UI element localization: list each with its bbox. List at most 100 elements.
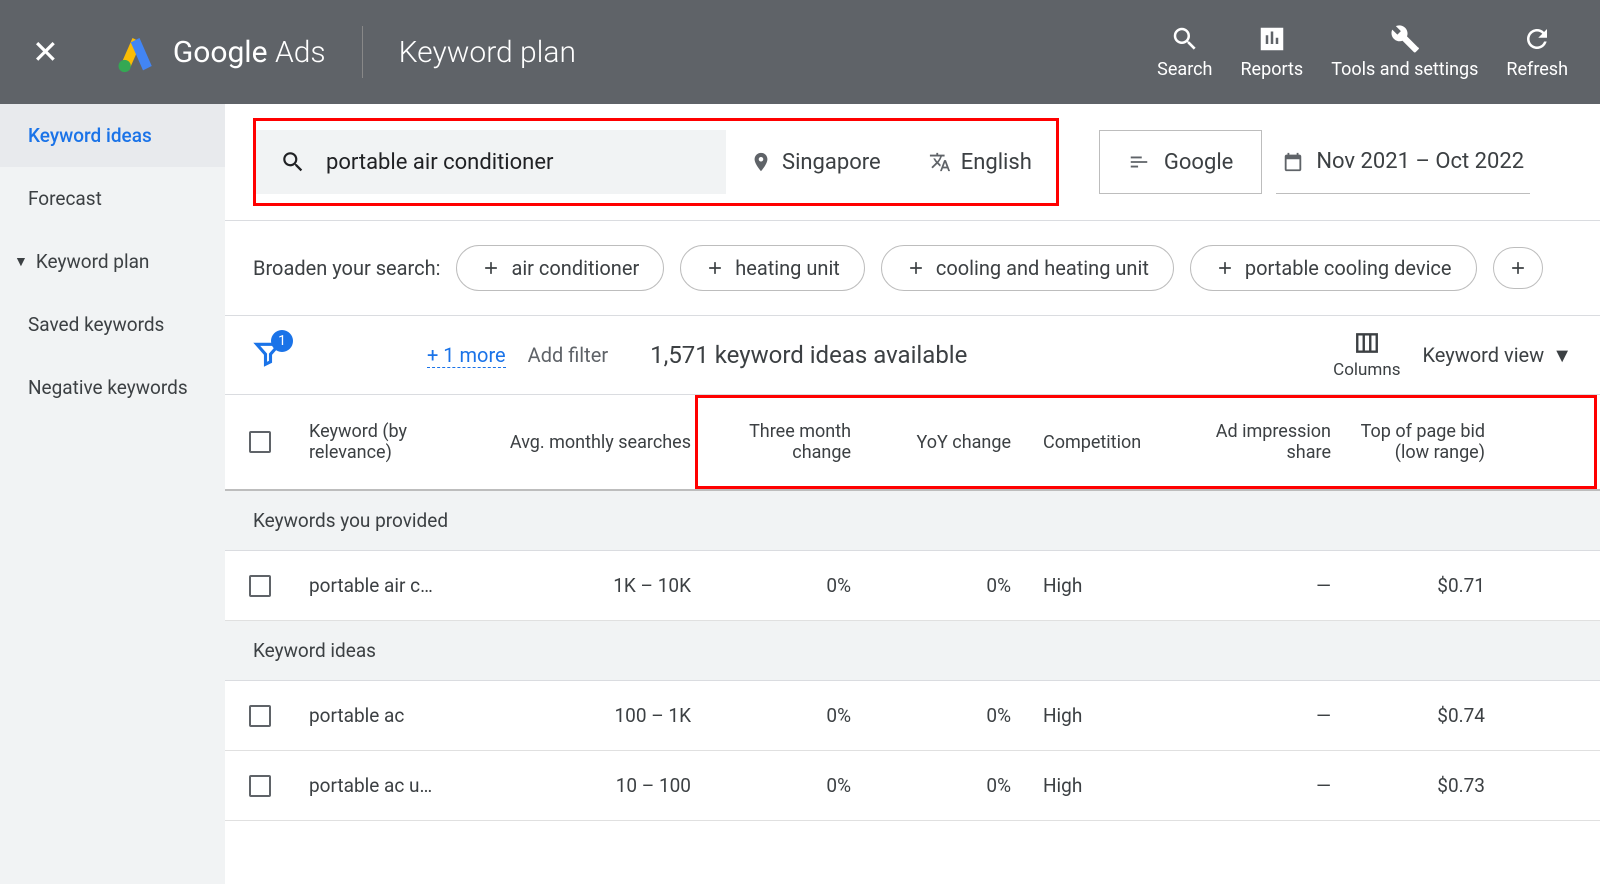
cell-bid: $0.73 — [1345, 751, 1505, 821]
close-icon[interactable]: ✕ — [32, 33, 59, 71]
divider — [362, 26, 363, 78]
content: portable air conditioner Singapore Engli… — [225, 104, 1600, 884]
chip-label: heating unit — [735, 256, 840, 280]
sidebar-item-forecast[interactable]: Forecast — [0, 167, 225, 230]
filter-funnel[interactable]: 1 — [253, 338, 283, 373]
cell-bid: $0.71 — [1345, 551, 1505, 621]
cell-keyword[interactable]: portable ac u… — [295, 751, 465, 821]
table-row: portable ac 100 – 1K 0% 0% High — $0.74 — [225, 681, 1600, 751]
section-header-provided: Keywords you provided — [225, 491, 1600, 551]
sidebar-item-keyword-plan[interactable]: ▼Keyword plan — [0, 230, 225, 293]
search-location-language-box: portable air conditioner Singapore Engli… — [253, 118, 1059, 206]
col-header-bid[interactable]: Top of page bid (low range) — [1345, 395, 1505, 489]
row-checkbox[interactable] — [249, 705, 271, 727]
search-action[interactable]: Search — [1157, 24, 1212, 80]
location-selector[interactable]: Singapore — [726, 130, 905, 194]
translate-icon — [929, 151, 951, 173]
plus-icon — [481, 258, 501, 278]
plus-icon — [906, 258, 926, 278]
calendar-icon — [1282, 151, 1304, 173]
wrench-icon — [1390, 24, 1420, 54]
broaden-chip[interactable]: cooling and heating unit — [881, 245, 1174, 291]
google-ads-logo-icon — [115, 31, 157, 73]
cell-tmc: 0% — [705, 751, 865, 821]
location-icon — [750, 151, 772, 173]
network-selector[interactable]: Google — [1099, 130, 1262, 194]
network-value: Google — [1164, 150, 1233, 175]
product-name: Google Ads — [173, 35, 326, 70]
add-filter-button[interactable]: Add filter — [528, 343, 608, 367]
cell-keyword[interactable]: portable air c… — [295, 551, 465, 621]
columns-button[interactable]: Columns — [1333, 330, 1400, 380]
sidebar-item-label: Saved keywords — [28, 313, 164, 336]
view-label: Keyword view — [1423, 343, 1545, 367]
ideas-available-text: 1,571 keyword ideas available — [650, 341, 967, 369]
cell-avg: 1K – 10K — [465, 551, 705, 621]
col-header-yoy[interactable]: YoY change — [865, 395, 1025, 489]
toolbar-row: 1 + 1 more Add filter 1,571 keyword idea… — [225, 316, 1600, 395]
search-icon — [280, 149, 306, 175]
more-filters-link[interactable]: + 1 more — [427, 343, 506, 368]
logo: Google Ads — [115, 31, 326, 73]
cell-avg: 100 – 1K — [465, 681, 705, 751]
sidebar-item-label: Keyword ideas — [28, 124, 152, 147]
cell-tmc: 0% — [705, 681, 865, 751]
plus-icon — [1215, 258, 1235, 278]
sidebar-item-saved-keywords[interactable]: Saved keywords — [0, 293, 225, 356]
date-range-value: Nov 2021 – Oct 2022 — [1316, 149, 1524, 174]
cell-comp: High — [1025, 681, 1175, 751]
broaden-chip[interactable]: portable cooling device — [1190, 245, 1477, 291]
app-header: ✕ Google Ads Keyword plan Search Reports… — [0, 0, 1600, 104]
search-input[interactable]: portable air conditioner — [256, 130, 726, 194]
columns-label: Columns — [1333, 360, 1400, 380]
sidebar-item-label: Negative keywords — [28, 376, 188, 399]
sidebar-item-label: Forecast — [28, 187, 102, 210]
col-header-three-month[interactable]: Three month change — [705, 395, 865, 489]
sidebar-item-label: Keyword plan — [36, 250, 150, 273]
col-header-competition[interactable]: Competition — [1025, 395, 1175, 489]
network-icon — [1128, 151, 1150, 173]
header-actions: Search Reports Tools and settings Refres… — [1157, 24, 1568, 80]
search-icon — [1170, 24, 1200, 54]
cell-yoy: 0% — [865, 551, 1025, 621]
date-range-selector[interactable]: Nov 2021 – Oct 2022 — [1276, 130, 1530, 194]
row-checkbox[interactable] — [249, 775, 271, 797]
cell-comp: High — [1025, 551, 1175, 621]
cell-avg: 10 – 100 — [465, 751, 705, 821]
chip-label: air conditioner — [511, 256, 639, 280]
table-row: portable ac u… 10 – 100 0% 0% High — $0.… — [225, 751, 1600, 821]
view-selector[interactable]: Keyword view ▼ — [1423, 343, 1573, 368]
reports-action[interactable]: Reports — [1240, 24, 1303, 80]
col-header-impression[interactable]: Ad impression share — [1175, 395, 1345, 489]
sidebar-item-keyword-ideas[interactable]: Keyword ideas — [0, 104, 225, 167]
cell-yoy: 0% — [865, 751, 1025, 821]
product-name-bold: Google — [173, 35, 268, 70]
plus-icon — [705, 258, 725, 278]
broaden-label: Broaden your search: — [253, 256, 440, 280]
col-header-keyword[interactable]: Keyword (by relevance) — [295, 395, 465, 489]
select-all-checkbox[interactable] — [249, 431, 271, 453]
product-name-light: Ads — [275, 35, 326, 70]
row-checkbox[interactable] — [249, 575, 271, 597]
broaden-chip[interactable]: heating unit — [680, 245, 865, 291]
section-header-ideas: Keyword ideas — [225, 621, 1600, 681]
language-selector[interactable]: English — [905, 130, 1056, 194]
tools-action[interactable]: Tools and settings — [1331, 24, 1478, 80]
broaden-chip-more[interactable] — [1493, 247, 1543, 289]
reports-label: Reports — [1240, 60, 1303, 80]
reports-icon — [1257, 24, 1287, 54]
sidebar-item-negative-keywords[interactable]: Negative keywords — [0, 356, 225, 419]
refresh-action[interactable]: Refresh — [1506, 24, 1568, 80]
chip-label: cooling and heating unit — [936, 256, 1149, 280]
page-title: Keyword plan — [399, 35, 576, 70]
filters-row: portable air conditioner Singapore Engli… — [225, 104, 1600, 221]
funnel-badge: 1 — [271, 330, 293, 352]
cell-keyword[interactable]: portable ac — [295, 681, 465, 751]
table-header: Keyword (by relevance) Avg. monthly sear… — [225, 395, 1600, 491]
plus-icon — [1508, 258, 1528, 278]
cell-yoy: 0% — [865, 681, 1025, 751]
col-header-avg-searches[interactable]: Avg. monthly searches — [465, 395, 705, 489]
columns-icon — [1354, 330, 1380, 356]
refresh-icon — [1522, 24, 1552, 54]
broaden-chip[interactable]: air conditioner — [456, 245, 664, 291]
